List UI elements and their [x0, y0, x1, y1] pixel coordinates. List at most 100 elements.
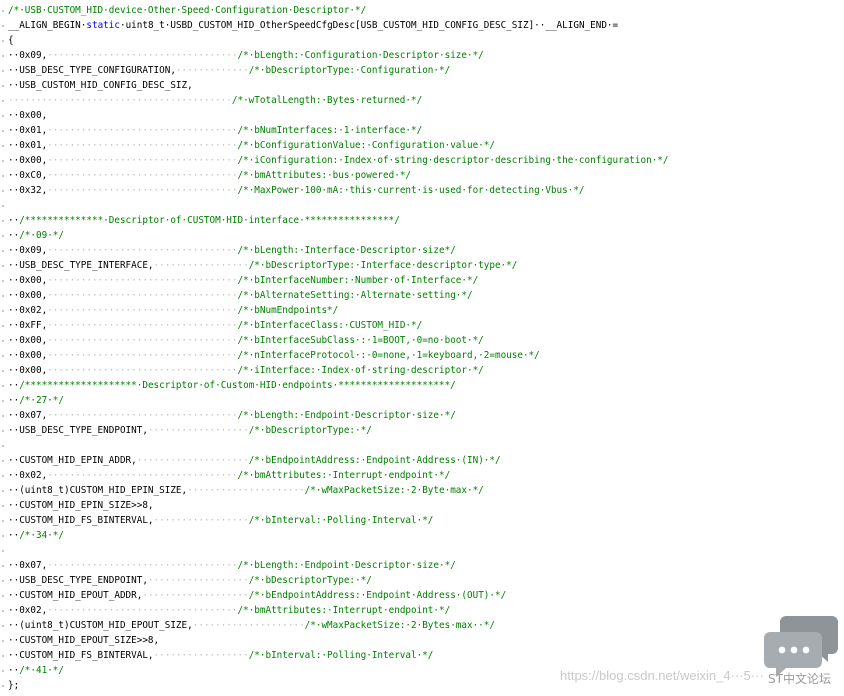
code-line[interactable]: ··0x00,·································…: [8, 363, 668, 378]
code-text: ··0x00,: [8, 275, 48, 286]
code-line[interactable]: [8, 543, 668, 558]
whitespace-dots: ··································: [47, 275, 238, 286]
whitespace-dots: ··································: [47, 320, 238, 331]
code-line[interactable]: ··/*·34·*/: [8, 528, 668, 543]
code-line[interactable]: ··0x01,·································…: [8, 123, 668, 138]
code-line[interactable]: ··0x09,·································…: [8, 243, 668, 258]
code-line[interactable]: ··0x00,·································…: [8, 348, 668, 363]
whitespace-dots: ··································: [47, 410, 238, 421]
code-comment: /*·bDescriptorType:·Interface·descriptor…: [248, 260, 518, 271]
code-line[interactable]: ··CUSTOM_HID_EPOUT_SIZE>>8,: [8, 633, 668, 648]
whitespace-dots: ··································: [47, 305, 238, 316]
whitespace-dots: ··································: [47, 605, 238, 616]
code-line[interactable]: ··CUSTOM_HID_EPIN_SIZE>>8,: [8, 498, 668, 513]
code-text: ··CUSTOM_HID_EPOUT_ADDR,: [8, 590, 143, 601]
code-text: __ALIGN_BEGIN·: [8, 20, 87, 31]
gutter-marker: [2, 325, 4, 327]
code-line[interactable]: [8, 438, 668, 453]
code-line[interactable]: ··USB_DESC_TYPE_CONFIGURATION,··········…: [8, 63, 668, 78]
whitespace-dots: ··································: [47, 350, 238, 361]
csdn-watermark: https://blog.csdn.net/weixin_4···5···: [560, 668, 764, 683]
code-line[interactable]: ··0x07,·································…: [8, 408, 668, 423]
code-comment: /*·27·*/: [19, 395, 64, 406]
gutter-marker: [2, 55, 4, 57]
gutter-marker: [2, 130, 4, 132]
gutter-marker: [2, 220, 4, 222]
code-text: ··0x00,: [8, 155, 48, 166]
gutter-marker: [2, 655, 4, 657]
code-line[interactable]: [8, 198, 668, 213]
code-text: ··0x00,: [8, 335, 48, 346]
gutter-marker: [2, 385, 4, 387]
code-line[interactable]: ··0x09,·································…: [8, 48, 668, 63]
code-line[interactable]: ··0xC0,·································…: [8, 168, 668, 183]
code-line[interactable]: {: [8, 33, 668, 48]
code-line[interactable]: ··0x00,: [8, 108, 668, 123]
code-line[interactable]: ··0x32,·································…: [8, 183, 668, 198]
whitespace-dots: ··································: [47, 470, 238, 481]
whitespace-dots: ··································: [47, 50, 238, 61]
code-line[interactable]: ··/**************·Descriptor·of·CUSTOM·H…: [8, 213, 668, 228]
code-line[interactable]: ··0x01,·································…: [8, 138, 668, 153]
code-line[interactable]: ··CUSTOM_HID_FS_BINTERVAL,··············…: [8, 648, 668, 663]
code-line[interactable]: ··0x00,·································…: [8, 333, 668, 348]
code-comment: /*·bEndpointAddress:·Endpoint·Address·(O…: [248, 590, 507, 601]
gutter-marker: [2, 145, 4, 147]
code-line[interactable]: /*·USB·CUSTOM_HID·device·Other·Speed·Con…: [8, 3, 668, 18]
code-comment: /*·bLength:·Interface·Descriptor·size*/: [237, 245, 456, 256]
code-line[interactable]: ··0x00,·································…: [8, 273, 668, 288]
whitespace-dots: ··················: [147, 575, 249, 586]
code-line[interactable]: ··USB_DESC_TYPE_INTERFACE,··············…: [8, 258, 668, 273]
code-comment: /*·bLength:·Endpoint·Descriptor·size·*/: [237, 560, 456, 571]
whitespace-dots: ··································: [47, 365, 238, 376]
code-text: ··0x09,: [8, 50, 48, 61]
code-line[interactable]: ··CUSTOM_HID_FS_BINTERVAL,··············…: [8, 513, 668, 528]
gutter-marker: [2, 430, 4, 432]
gutter-marker: [2, 10, 4, 12]
gutter-marker: [2, 100, 4, 102]
gutter-marker: [2, 400, 4, 402]
code-line[interactable]: ··CUSTOM_HID_EPOUT_ADDR,················…: [8, 588, 668, 603]
code-text: ··: [8, 530, 20, 541]
code-text: ··0x32,: [8, 185, 48, 196]
code-comment: /*·bInterfaceNumber:·Number·of·Interface…: [237, 275, 479, 286]
code-line[interactable]: ··(uint8_t)CUSTOM_HID_EPIN_SIZE,········…: [8, 483, 668, 498]
code-comment: /*·bLength:·Endpoint·Descriptor·size·*/: [237, 410, 456, 421]
code-line[interactable]: ··0x00,·································…: [8, 288, 668, 303]
code-line[interactable]: ··0x02,·································…: [8, 468, 668, 483]
code-text: ··0x00,: [8, 350, 48, 361]
code-text: };: [8, 680, 20, 691]
code-line[interactable]: ··0x02,·································…: [8, 603, 668, 618]
code-line[interactable]: ··/********************·Descriptor·of·Cu…: [8, 378, 668, 393]
code-line[interactable]: ··0xFF,·································…: [8, 318, 668, 333]
code-line[interactable]: ··CUSTOM_HID_EPIN_ADDR,·················…: [8, 453, 668, 468]
code-line[interactable]: ··/*·27·*/: [8, 393, 668, 408]
code-comment: /*·bmAttributes:·bus·powered·*/: [237, 170, 412, 181]
code-line[interactable]: ··/*·09·*/: [8, 228, 668, 243]
code-comment: /*·wMaxPacketSize:·2·Bytes·max··*/: [304, 620, 495, 631]
code-comment: /*·bLength:·Configuration·Descriptor·siz…: [237, 50, 484, 61]
code-area[interactable]: /*·USB·CUSTOM_HID·device·Other·Speed·Con…: [8, 3, 668, 693]
code-line[interactable]: ··USB_DESC_TYPE_ENDPOINT,···············…: [8, 573, 668, 588]
code-text: ··(uint8_t)CUSTOM_HID_EPOUT_SIZE,: [8, 620, 193, 631]
code-line[interactable]: ··USB_DESC_TYPE_ENDPOINT,···············…: [8, 423, 668, 438]
gutter-marker: [2, 175, 4, 177]
code-line[interactable]: ··(uint8_t)CUSTOM_HID_EPOUT_SIZE,·······…: [8, 618, 668, 633]
gutter-marker: [2, 640, 4, 642]
code-line[interactable]: ··0x00,·································…: [8, 153, 668, 168]
code-comment: /*·bEndpointAddress:·Endpoint·Address·(I…: [248, 455, 501, 466]
code-comment: /*·bNumInterfaces:·1·interface·*/: [237, 125, 423, 136]
code-text: ··: [8, 395, 20, 406]
gutter-marker: [2, 610, 4, 612]
code-editor[interactable]: /*·USB·CUSTOM_HID·device·Other·Speed·Con…: [0, 0, 844, 696]
code-line[interactable]: ··USB_CUSTOM_HID_CONFIG_DESC_SIZ,: [8, 78, 668, 93]
code-line[interactable]: ········································…: [8, 93, 668, 108]
code-line[interactable]: ··0x02,·································…: [8, 303, 668, 318]
code-line[interactable]: ··0x07,·································…: [8, 558, 668, 573]
code-text: ··0x02,: [8, 470, 48, 481]
code-comment: /*·MaxPower·100·mA:·this·current·is·used…: [237, 185, 585, 196]
whitespace-dots: ··································: [47, 245, 238, 256]
code-comment: /*·bInterval:·Polling·Interval·*/: [248, 650, 434, 661]
code-line[interactable]: __ALIGN_BEGIN·static·uint8_t·USBD_CUSTOM…: [8, 18, 668, 33]
code-text: ··: [8, 215, 20, 226]
